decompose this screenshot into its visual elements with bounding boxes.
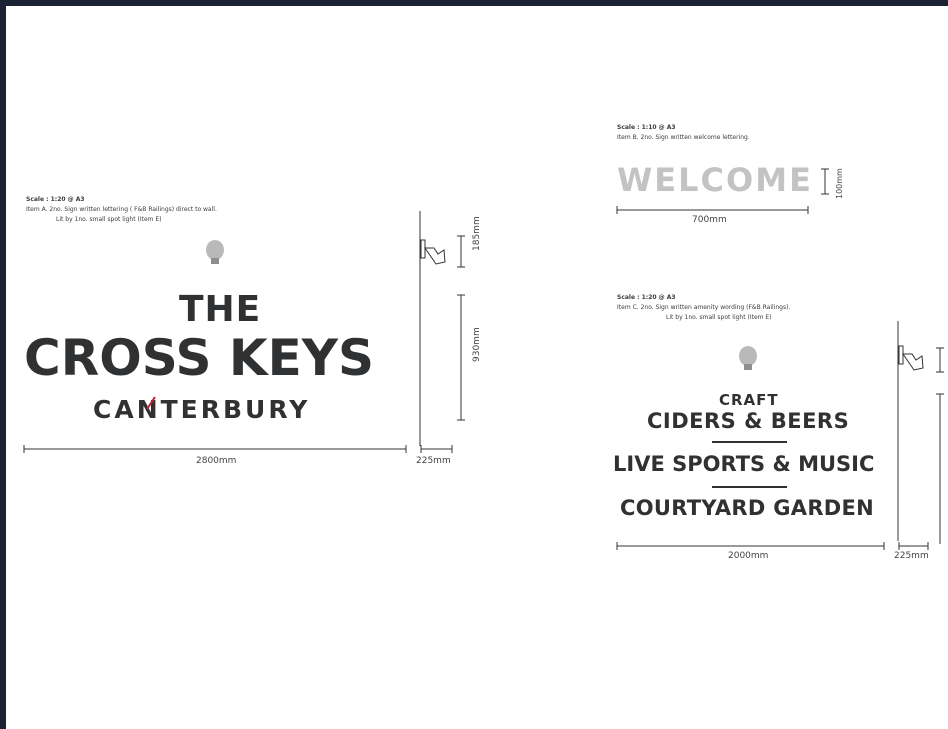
item-a-front-spotlight-icon xyxy=(206,240,224,264)
item-c-side-spotlight-icon xyxy=(898,345,924,371)
red-accent-mark xyxy=(146,396,156,410)
item-a-side-spotlight-icon xyxy=(420,239,446,265)
dimension-drawing xyxy=(23,168,944,550)
item-c-front-spotlight-icon xyxy=(739,346,757,370)
drawing-sheet: Scale : 1:20 @ A3 Item A. 2no. Sign writ… xyxy=(6,6,948,729)
